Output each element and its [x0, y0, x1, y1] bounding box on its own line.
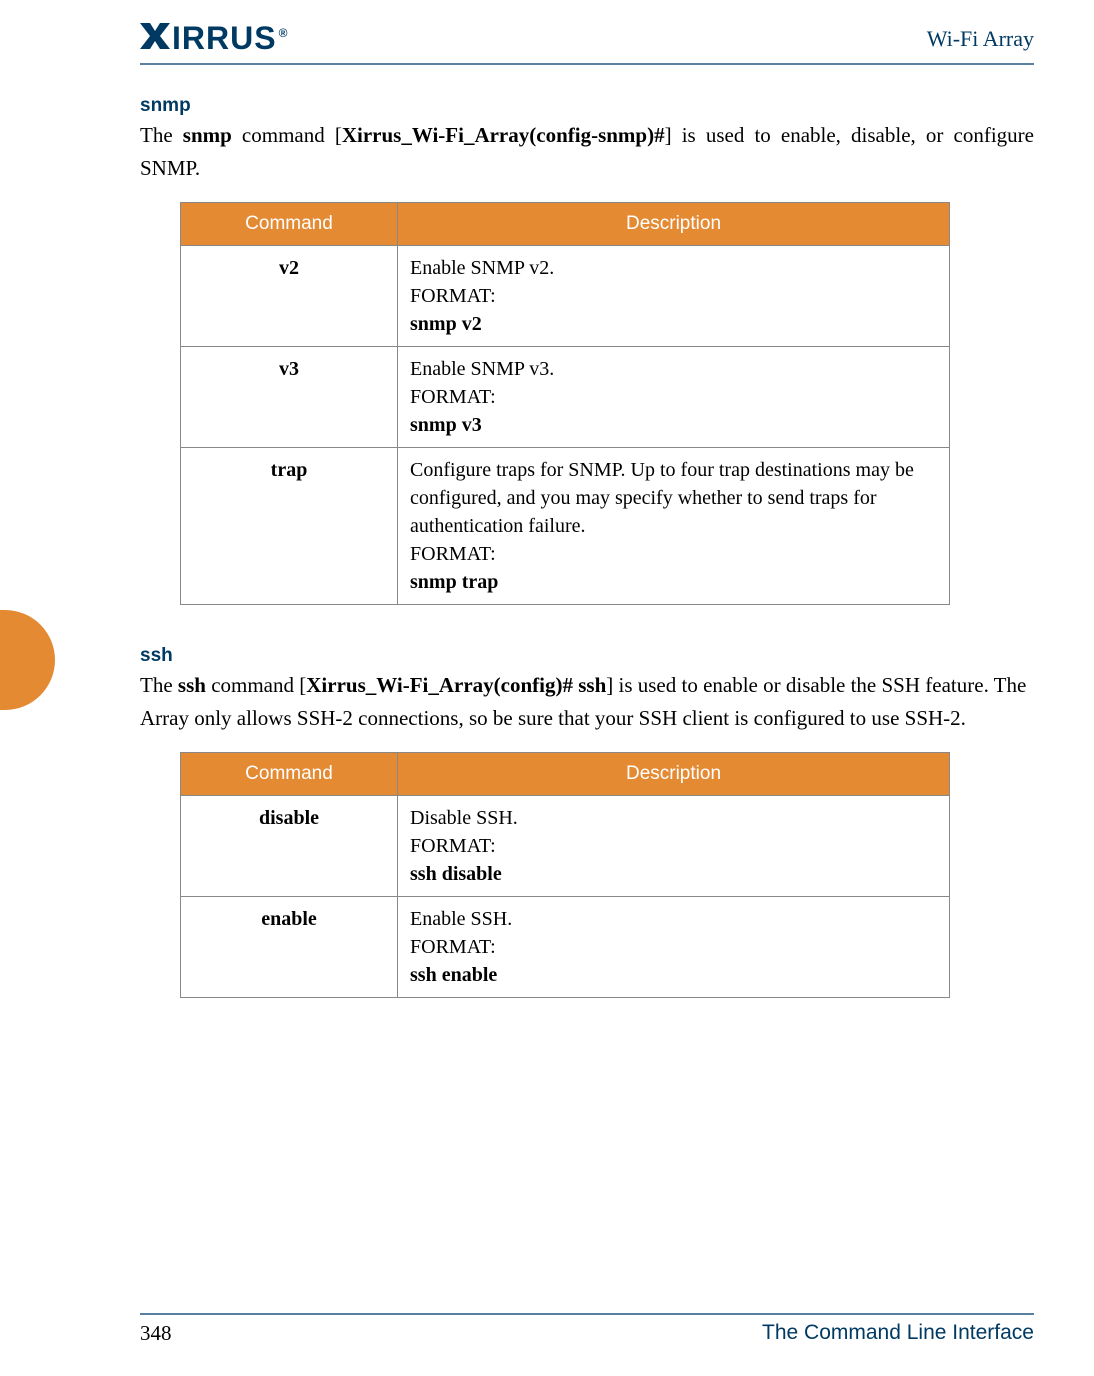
cmd-name: disable	[181, 796, 398, 897]
table-header-command: Command	[181, 203, 398, 246]
ssh-table: Command Description disable Disable SSH.…	[180, 752, 950, 998]
page-number: 348	[140, 1321, 172, 1346]
text: snmp v3	[410, 414, 482, 436]
table-header-description: Description	[398, 203, 950, 246]
brand-text: IRRUS®	[172, 20, 288, 57]
text: Configure traps for SNMP. Up to four tra…	[410, 459, 914, 537]
cmd-name: v3	[181, 347, 398, 448]
text: ssh disable	[410, 863, 502, 885]
text: FORMAT:	[410, 936, 496, 958]
logo-x-icon	[140, 23, 170, 49]
snmp-table: Command Description v2 Enable SNMP v2. F…	[180, 202, 950, 605]
text: snmp trap	[410, 571, 498, 593]
text: snmp v2	[410, 313, 482, 335]
table-header-description: Description	[398, 753, 950, 796]
cmd-name: v2	[181, 246, 398, 347]
table-row: trap Configure traps for SNMP. Up to fou…	[181, 448, 950, 605]
text: command [	[206, 673, 306, 697]
table-row: v2 Enable SNMP v2. FORMAT: snmp v2	[181, 246, 950, 347]
text: snmp	[183, 123, 232, 147]
table-row: disable Disable SSH. FORMAT: ssh disable	[181, 796, 950, 897]
text: Xirrus_Wi-Fi_Array(config-snmp)#	[342, 123, 665, 147]
text: ssh	[178, 673, 206, 697]
text: Enable SNMP v3.	[410, 358, 554, 380]
cmd-desc: Enable SNMP v2. FORMAT: snmp v2	[398, 246, 950, 347]
text: Enable SSH.	[410, 908, 512, 930]
cmd-name: enable	[181, 897, 398, 998]
text: Xirrus_Wi-Fi_Array(config)# ssh	[306, 673, 606, 697]
text: ssh enable	[410, 964, 497, 986]
table-row: v3 Enable SNMP v3. FORMAT: snmp v3	[181, 347, 950, 448]
text: The	[140, 123, 183, 147]
ssh-intro: The ssh command [Xirrus_Wi-Fi_Array(conf…	[140, 669, 1034, 734]
brand-logo: IRRUS®	[140, 20, 288, 57]
text: Enable SNMP v2.	[410, 257, 554, 279]
text: FORMAT:	[410, 386, 496, 408]
cmd-desc: Configure traps for SNMP. Up to four tra…	[398, 448, 950, 605]
cmd-desc: Disable SSH. FORMAT: ssh disable	[398, 796, 950, 897]
text: command [	[232, 123, 342, 147]
text: FORMAT:	[410, 285, 496, 307]
cmd-name: trap	[181, 448, 398, 605]
section-heading-snmp: snmp	[140, 95, 1034, 117]
section-heading-ssh: ssh	[140, 645, 1034, 667]
snmp-intro: The snmp command [Xirrus_Wi-Fi_Array(con…	[140, 119, 1034, 184]
table-header-command: Command	[181, 753, 398, 796]
text: Disable SSH.	[410, 807, 518, 829]
page-header: IRRUS® Wi-Fi Array	[140, 20, 1034, 65]
text: FORMAT:	[410, 543, 496, 565]
product-name: Wi-Fi Array	[927, 26, 1034, 52]
cmd-desc: Enable SNMP v3. FORMAT: snmp v3	[398, 347, 950, 448]
text: FORMAT:	[410, 835, 496, 857]
table-row: enable Enable SSH. FORMAT: ssh enable	[181, 897, 950, 998]
text: The	[140, 673, 178, 697]
footer-title: The Command Line Interface	[762, 1321, 1034, 1346]
page-footer: 348 The Command Line Interface	[140, 1313, 1034, 1346]
cmd-desc: Enable SSH. FORMAT: ssh enable	[398, 897, 950, 998]
